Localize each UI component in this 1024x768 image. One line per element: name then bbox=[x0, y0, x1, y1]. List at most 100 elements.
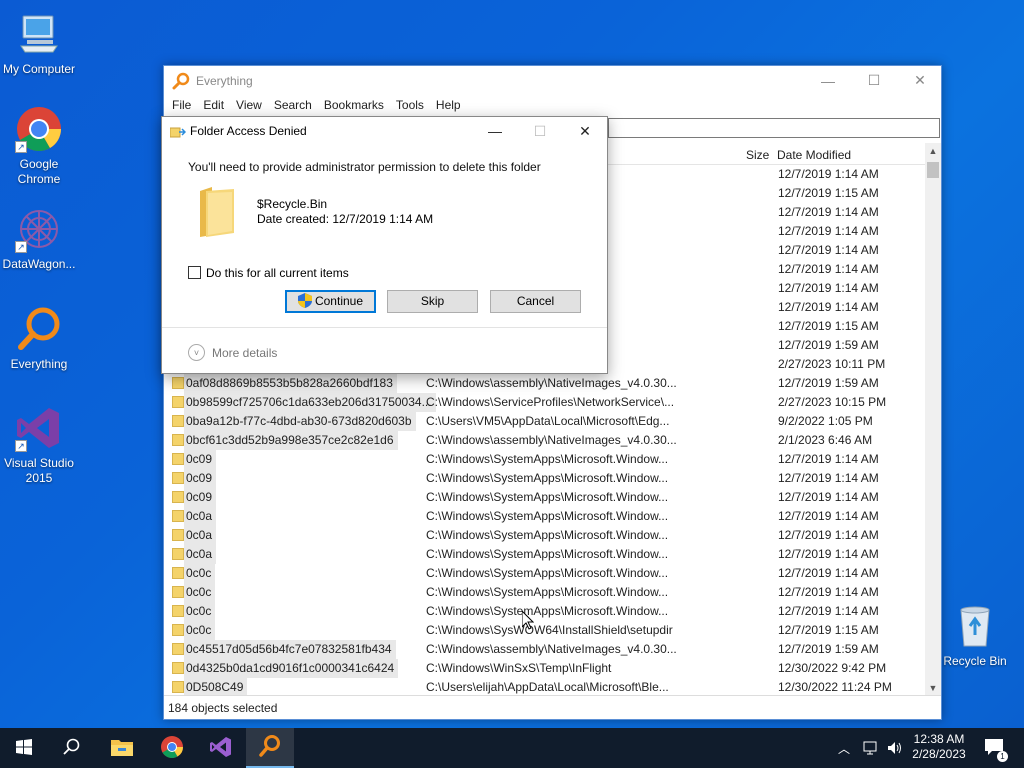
row-name: 0af08d8869b8553b5b828a2660bdf183 bbox=[184, 374, 397, 393]
desktop-icon-my-computer[interactable]: My Computer bbox=[0, 10, 78, 77]
vertical-scrollbar[interactable]: ▲ ▼ bbox=[925, 143, 941, 696]
table-row[interactable]: 0b98599cf725706c1da633eb206d31750034... C… bbox=[164, 393, 927, 412]
table-row[interactable]: 0ba9a12b-f77c-4dbd-ab30-673d820d603b C:\U… bbox=[164, 412, 927, 431]
row-date: 12/7/2019 1:14 AM bbox=[778, 566, 879, 580]
row-date: 12/30/2022 11:24 PM bbox=[778, 680, 892, 694]
table-row[interactable]: 0bcf61c3dd52b9a998e357ce2c82e1d6 C:\Windo… bbox=[164, 431, 927, 450]
continue-button[interactable]: Continue bbox=[285, 290, 376, 313]
menu-bar: File Edit View Search Bookmarks Tools He… bbox=[164, 95, 941, 115]
table-row[interactable]: 0c0a C:\Windows\SystemApps\Microsoft.Wind… bbox=[164, 545, 927, 564]
menu-search[interactable]: Search bbox=[268, 98, 318, 112]
dialog-minimize-button[interactable]: — bbox=[472, 117, 518, 145]
row-path: C:\Users\VM5\AppData\Local\Microsoft\Edg… bbox=[426, 414, 670, 428]
scroll-down-icon[interactable]: ▼ bbox=[925, 680, 941, 696]
taskbar-clock[interactable]: 12:38 AM 2/28/2023 bbox=[906, 732, 972, 762]
table-row[interactable]: 0D508C49 C:\Users\elijah\AppData\Local\Mi… bbox=[164, 678, 927, 695]
scrollbar-thumb[interactable] bbox=[927, 162, 939, 178]
apply-to-all-checkbox[interactable] bbox=[188, 266, 201, 279]
apply-to-all-label[interactable]: Do this for all current items bbox=[206, 266, 349, 280]
table-row[interactable]: 0c0c C:\Windows\SystemApps\Microsoft.Wind… bbox=[164, 602, 927, 621]
folder-icon bbox=[172, 472, 184, 484]
table-row[interactable]: 0c45517d05d56b4fc7e07832581fb434 C:\Windo… bbox=[164, 640, 927, 659]
table-row[interactable]: 0c0a C:\Windows\SystemApps\Microsoft.Wind… bbox=[164, 507, 927, 526]
table-row[interactable]: 0c09 C:\Windows\SystemApps\Microsoft.Wind… bbox=[164, 450, 927, 469]
taskbar-visual-studio[interactable] bbox=[197, 728, 245, 768]
show-hidden-icons-button[interactable]: ︿ bbox=[838, 728, 850, 768]
row-date: 12/7/2019 1:15 AM bbox=[778, 623, 879, 637]
folder-icon bbox=[172, 529, 184, 541]
taskbar-search-button[interactable] bbox=[48, 728, 96, 768]
row-name: 0c0c bbox=[184, 602, 216, 621]
row-date: 12/7/2019 1:59 AM bbox=[778, 338, 879, 352]
desktop-icon-visual-studio[interactable]: ↗ Visual Studio 2015 bbox=[0, 404, 78, 486]
skip-button[interactable]: Skip bbox=[387, 290, 478, 313]
dialog-maximize-button: ☐ bbox=[533, 122, 547, 139]
row-name: 0c0a bbox=[184, 545, 217, 564]
row-date: 12/7/2019 1:14 AM bbox=[778, 585, 879, 599]
table-row[interactable]: 0c0c C:\Windows\SystemApps\Microsoft.Wind… bbox=[164, 564, 927, 583]
table-row[interactable]: 0c09 C:\Windows\SystemApps\Microsoft.Wind… bbox=[164, 469, 927, 488]
window-titlebar[interactable]: Everything — ☐ ✕ bbox=[164, 66, 941, 95]
row-path: C:\Windows\SystemApps\Microsoft.Window..… bbox=[426, 585, 669, 599]
window-title: Everything bbox=[196, 73, 253, 88]
folder-icon bbox=[172, 491, 184, 503]
table-row[interactable]: 0af08d8869b8553b5b828a2660bdf183 C:\Windo… bbox=[164, 374, 927, 393]
desktop-icon-label: Recycle Bin bbox=[943, 654, 1007, 668]
column-size[interactable]: Size bbox=[746, 148, 769, 162]
desktop-icon-everything[interactable]: Everything bbox=[0, 305, 78, 372]
row-name: 0ba9a12b-f77c-4dbd-ab30-673d820d603b bbox=[184, 412, 416, 431]
action-center-button[interactable]: 1 bbox=[984, 728, 1008, 768]
folder-icon bbox=[198, 185, 236, 239]
network-icon[interactable] bbox=[862, 728, 880, 768]
desktop-icon-label: DataWagon... bbox=[2, 257, 76, 271]
taskbar-everything[interactable] bbox=[246, 728, 294, 768]
search-icon bbox=[63, 738, 81, 759]
menu-view[interactable]: View bbox=[230, 98, 268, 112]
menu-edit[interactable]: Edit bbox=[197, 98, 230, 112]
folder-icon bbox=[172, 643, 184, 655]
table-row[interactable]: 0c09 C:\Windows\SystemApps\Microsoft.Wind… bbox=[164, 488, 927, 507]
taskbar-file-explorer[interactable] bbox=[98, 728, 146, 768]
folder-icon bbox=[172, 415, 184, 427]
chevron-down-icon: ˅ bbox=[188, 344, 205, 361]
menu-file[interactable]: File bbox=[166, 98, 197, 112]
maximize-button[interactable]: ☐ bbox=[851, 66, 897, 95]
table-row[interactable]: 0c0a C:\Windows\SystemApps\Microsoft.Wind… bbox=[164, 526, 927, 545]
table-row[interactable]: 0d4325b0da1cd9016f1c0000341c6424 C:\Windo… bbox=[164, 659, 927, 678]
desktop-icon-datawagon[interactable]: ↗ DataWagon... bbox=[0, 205, 78, 272]
row-date: 12/7/2019 1:14 AM bbox=[778, 471, 879, 485]
close-button[interactable]: ✕ bbox=[897, 66, 943, 95]
more-details-toggle[interactable]: ˅ More details bbox=[188, 344, 277, 361]
desktop-icon-chrome[interactable]: ↗ Google Chrome bbox=[0, 105, 78, 187]
folder-icon bbox=[172, 681, 184, 693]
folder-move-icon bbox=[169, 126, 187, 138]
row-path: C:\Windows\SystemApps\Microsoft.Window..… bbox=[426, 509, 669, 523]
row-date: 12/7/2019 1:14 AM bbox=[778, 262, 879, 276]
volume-icon[interactable] bbox=[886, 728, 904, 768]
start-button[interactable] bbox=[0, 728, 48, 768]
search-input[interactable] bbox=[608, 118, 940, 138]
item-date-created: Date created: 12/7/2019 1:14 AM bbox=[257, 212, 434, 226]
table-row[interactable]: 0c0c C:\Windows\SystemApps\Microsoft.Wind… bbox=[164, 583, 927, 602]
dialog-close-button[interactable]: ✕ bbox=[562, 117, 608, 145]
shortcut-arrow-icon: ↗ bbox=[15, 241, 27, 253]
row-date: 12/7/2019 1:15 AM bbox=[778, 319, 879, 333]
row-name: 0c09 bbox=[184, 469, 217, 488]
minimize-button[interactable]: — bbox=[805, 66, 851, 95]
status-text: 184 objects selected bbox=[168, 701, 278, 715]
taskbar: ︿ 12:38 AM 2/28/2023 1 bbox=[0, 728, 1024, 768]
table-row[interactable]: 0c0c C:\Windows\SysWOW64\InstallShield\se… bbox=[164, 621, 927, 640]
row-path: C:\Windows\SystemApps\Microsoft.Window..… bbox=[426, 490, 669, 504]
column-date-modified[interactable]: Date Modified bbox=[777, 148, 851, 162]
scroll-up-icon[interactable]: ▲ bbox=[925, 143, 941, 159]
row-date: 12/7/2019 1:14 AM bbox=[778, 528, 879, 542]
folder-icon bbox=[172, 605, 184, 617]
desktop-icon-recycle-bin[interactable]: Recycle Bin bbox=[936, 602, 1014, 669]
menu-help[interactable]: Help bbox=[430, 98, 467, 112]
row-path: C:\Windows\SystemApps\Microsoft.Window..… bbox=[426, 604, 669, 618]
taskbar-chrome[interactable] bbox=[148, 728, 196, 768]
menu-tools[interactable]: Tools bbox=[390, 98, 430, 112]
everything-icon bbox=[258, 734, 282, 761]
cancel-button[interactable]: Cancel bbox=[490, 290, 581, 313]
menu-bookmarks[interactable]: Bookmarks bbox=[318, 98, 390, 112]
